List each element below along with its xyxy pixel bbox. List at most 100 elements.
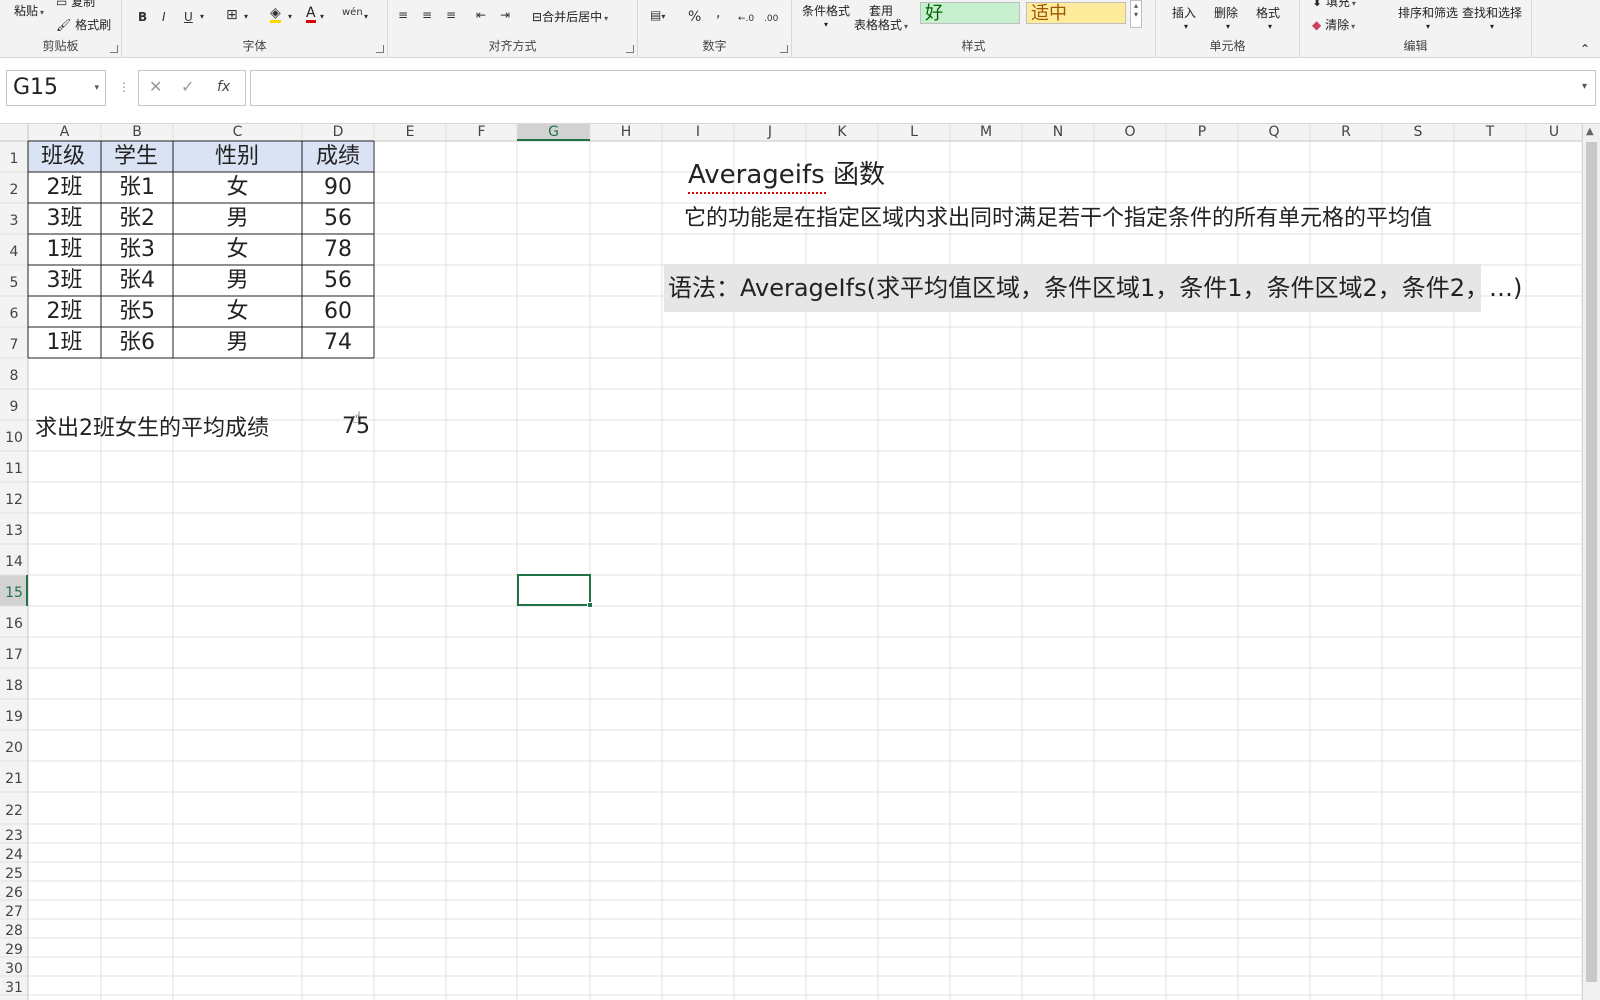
row-header-23[interactable]: 23 (0, 824, 28, 844)
expand-formula-icon[interactable]: ▾ (1582, 81, 1587, 92)
row-header-30[interactable]: 30 (0, 957, 28, 977)
row-header-31[interactable]: 31 (0, 976, 28, 996)
fill-button[interactable]: ⬇ 填充 ▾ (1312, 0, 1356, 11)
row-header-17[interactable]: 17 (0, 637, 28, 668)
scroll-up-icon[interactable]: ▲ (1586, 126, 1594, 137)
row-header-21[interactable]: 21 (0, 761, 28, 792)
row-header-24[interactable]: 24 (0, 843, 28, 863)
fill-color-icon[interactable]: ◈ (270, 6, 281, 23)
align-center-icon[interactable]: ≡ (422, 8, 432, 22)
conditional-format-button[interactable]: 条件格式 (802, 4, 850, 18)
row-header-12[interactable]: 12 (0, 482, 28, 513)
table-cell[interactable]: 男 (226, 332, 248, 354)
question-label[interactable]: 求出2班女生的平均成绩 (35, 418, 269, 440)
font-color-dropdown-icon[interactable]: ▾ (320, 10, 324, 24)
table-cell[interactable]: 张3 (119, 239, 155, 261)
column-header-k[interactable]: K (806, 124, 878, 141)
table-cell[interactable]: 女 (226, 239, 248, 261)
style-neutral-button[interactable]: 适中 (1026, 2, 1126, 24)
table-cell[interactable]: 张1 (119, 177, 155, 199)
font-launcher-icon[interactable] (376, 45, 384, 53)
align-right-icon[interactable]: ≡ (446, 8, 456, 22)
borders-dropdown-icon[interactable]: ▾ (244, 10, 248, 24)
underline-dropdown-icon[interactable]: ▾ (200, 10, 204, 24)
format-button[interactable]: 格式 (1256, 6, 1280, 20)
row-header-11[interactable]: 11 (0, 451, 28, 482)
sort-filter-button[interactable]: 排序和筛选 (1398, 6, 1458, 20)
percent-button[interactable]: % (688, 10, 701, 24)
phonetic-dropdown-icon[interactable]: ▾ (364, 10, 368, 24)
clear-button[interactable]: ◆ 清除 ▾ (1312, 18, 1355, 34)
row-header-15[interactable]: 15 (0, 575, 28, 606)
table-cell[interactable]: 1班 (47, 332, 83, 354)
italic-button[interactable]: I (162, 10, 166, 24)
row-header-26[interactable]: 26 (0, 881, 28, 901)
align-left-icon[interactable]: ≡ (398, 8, 408, 22)
increase-decimal-button[interactable]: ←.0 (738, 12, 754, 26)
header-gender[interactable]: 性别 (215, 146, 259, 168)
table-cell[interactable]: 女 (226, 301, 248, 323)
table-cell[interactable]: 张4 (119, 270, 155, 292)
underline-button[interactable]: U (184, 10, 193, 24)
column-header-h[interactable]: H (590, 124, 662, 141)
scroll-thumb[interactable] (1586, 142, 1597, 982)
merge-center-button[interactable]: ⊟合并后居中 ▾ (532, 10, 608, 26)
row-header-3[interactable]: 3 (0, 203, 28, 234)
table-cell[interactable]: 60 (324, 301, 352, 323)
formula-input[interactable]: ▾ (250, 70, 1596, 106)
row-header-29[interactable]: 29 (0, 938, 28, 958)
bold-button[interactable]: B (138, 10, 147, 24)
column-header-n[interactable]: N (1022, 124, 1094, 141)
vertical-scrollbar[interactable]: ▲ (1582, 124, 1600, 1000)
worksheet-grid[interactable]: ABCDEFGHIJKLMNOPQRSTU 1 2 3 4 5 6 7 8 9 10 11 12 13 1… (0, 124, 1582, 1000)
table-cell[interactable]: 74 (324, 332, 352, 354)
column-header-b[interactable]: B (101, 124, 173, 141)
table-cell[interactable]: 女 (226, 177, 248, 199)
column-header-c[interactable]: C (173, 124, 302, 141)
row-header-13[interactable]: 13 (0, 513, 28, 544)
column-header-o[interactable]: O (1094, 124, 1166, 141)
table-cell[interactable]: 3班 (47, 208, 83, 230)
table-cell[interactable]: 2班 (47, 301, 83, 323)
table-cell[interactable]: 90 (324, 177, 352, 199)
row-header-14[interactable]: 14 (0, 544, 28, 575)
row-header-28[interactable]: 28 (0, 919, 28, 939)
row-header-5[interactable]: 5 (0, 265, 28, 296)
column-header-a[interactable]: A (28, 124, 101, 141)
table-cell[interactable]: 78 (324, 239, 352, 261)
insert-function-icon[interactable]: fx (217, 79, 230, 95)
table-cell[interactable]: 男 (226, 270, 248, 292)
column-header-d[interactable]: D (302, 124, 374, 141)
borders-icon[interactable]: ⊞ (226, 8, 238, 22)
decrease-decimal-button[interactable]: .00 (764, 12, 778, 26)
column-header-m[interactable]: M (950, 124, 1022, 141)
format-painter-button[interactable]: 🖌 格式刷 (56, 18, 111, 32)
table-cell[interactable]: 1班 (47, 239, 83, 261)
paste-button[interactable]: 粘贴 ▾ (14, 4, 44, 20)
table-cell[interactable]: 2班 (47, 177, 83, 199)
row-header-19[interactable]: 19 (0, 699, 28, 730)
column-header-j[interactable]: J (734, 124, 806, 141)
column-header-f[interactable]: F (446, 124, 517, 141)
insert-button[interactable]: 插入 (1172, 6, 1196, 20)
row-header-9[interactable]: 9 (0, 389, 28, 420)
conditional-format-dropdown-icon[interactable]: ▾ (824, 18, 828, 32)
header-class[interactable]: 班级 (41, 146, 85, 168)
table-format-button[interactable]: 套用 表格格式 ▾ (854, 4, 908, 34)
name-box-dropdown-icon[interactable]: ▾ (94, 71, 99, 105)
table-cell[interactable]: 张5 (119, 301, 155, 323)
selected-cell[interactable] (517, 574, 591, 606)
row-header-1[interactable]: 1 (0, 141, 28, 172)
row-header-20[interactable]: 20 (0, 730, 28, 761)
notes-title[interactable]: Averageifs 函数 (688, 162, 885, 188)
row-header-10[interactable]: 10 (0, 420, 28, 451)
row-header-8[interactable]: 8 (0, 358, 28, 389)
decrease-indent-icon[interactable]: ⇤ (476, 8, 486, 22)
table-cell[interactable]: 56 (324, 270, 352, 292)
table-cell[interactable]: 56 (324, 208, 352, 230)
notes-description[interactable]: 它的功能是在指定区域内求出同时满足若干个指定条件的所有单元格的平均值 (684, 208, 1432, 230)
header-score[interactable]: 成绩 (316, 146, 360, 168)
table-cell[interactable]: 男 (226, 208, 248, 230)
increase-indent-icon[interactable]: ⇥ (500, 8, 510, 22)
fill-handle[interactable] (587, 602, 593, 608)
